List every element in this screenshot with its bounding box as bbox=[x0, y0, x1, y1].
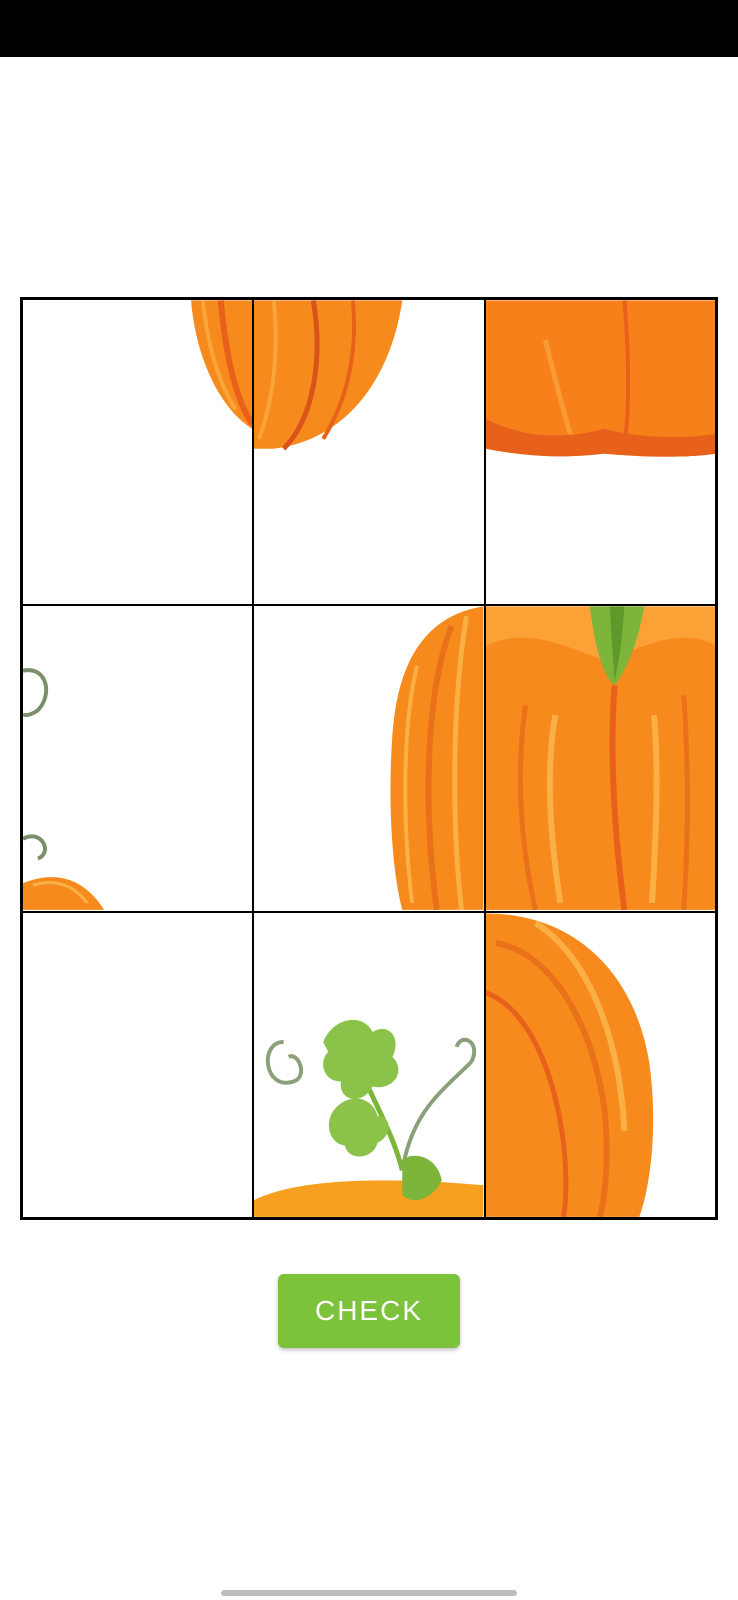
puzzle-tile-3[interactable] bbox=[484, 299, 716, 606]
puzzle-tile-8[interactable] bbox=[253, 911, 485, 1218]
puzzle-board bbox=[20, 297, 718, 1220]
puzzle-tile-5[interactable] bbox=[253, 605, 485, 912]
puzzle-tile-1[interactable] bbox=[22, 299, 254, 606]
pumpkin-piece-image bbox=[485, 606, 715, 911]
pumpkin-piece-image bbox=[254, 300, 403, 451]
puzzle-tile-6[interactable] bbox=[484, 605, 716, 912]
puzzle-tile-2[interactable] bbox=[253, 299, 485, 606]
puzzle-tile-9[interactable] bbox=[484, 911, 716, 1218]
pumpkin-piece-image bbox=[23, 913, 252, 1217]
pumpkin-piece-image bbox=[191, 300, 253, 429]
status-bar bbox=[0, 0, 738, 57]
pumpkin-piece-image bbox=[485, 913, 653, 1217]
pumpkin-piece-image bbox=[390, 606, 484, 911]
puzzle-tile-7[interactable] bbox=[22, 911, 254, 1218]
pumpkin-piece-image bbox=[254, 1019, 484, 1217]
check-button[interactable]: CHECK bbox=[278, 1274, 460, 1348]
home-indicator[interactable] bbox=[221, 1590, 517, 1596]
pumpkin-piece-image bbox=[23, 668, 105, 911]
pumpkin-piece-image bbox=[485, 300, 715, 457]
puzzle-tile-4[interactable] bbox=[22, 605, 254, 912]
